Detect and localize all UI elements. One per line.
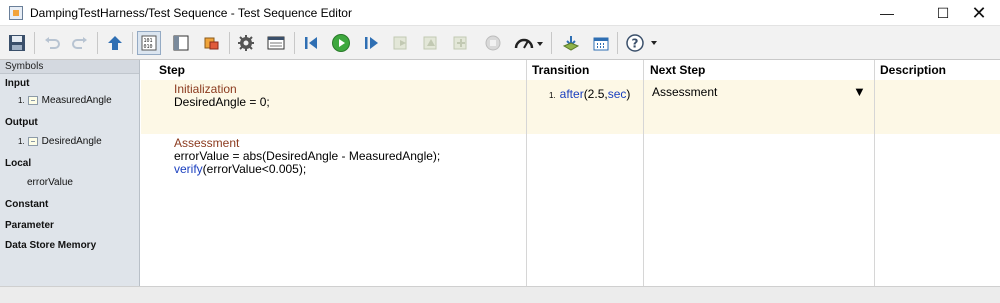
symbols-category-local[interactable]: Local [5,158,31,169]
symbols-category-data-store-memory[interactable]: Data Store Memory [5,240,96,251]
transition-condition[interactable]: 1. after (2.5, sec ) [549,87,630,101]
column-header-next-step[interactable]: Next Step [650,63,705,77]
window-title: DampingTestHarness/Test Sequence - Test … [30,6,352,20]
property-pane-icon[interactable] [169,31,193,55]
sim-pace-icon[interactable] [512,31,544,55]
step-action-code[interactable]: errorValue = abs(DesiredAngle - Measured… [174,149,440,163]
step-name-initialization[interactable]: Initialization [174,82,237,96]
sim-option-2-icon[interactable] [419,31,443,55]
symbol-item-number: 1. [18,96,25,105]
sim-option-1-icon[interactable] [389,31,413,55]
column-divider [526,60,527,286]
minimize-button[interactable]: — [864,0,910,26]
symbols-header: Symbols [0,60,139,74]
symbol-item-name: DesiredAngle [41,136,102,147]
settings-icon[interactable] [234,31,258,55]
transition-unit: sec [607,87,627,101]
status-bar [0,286,1000,303]
column-divider [874,60,875,286]
step-name-assessment[interactable]: Assessment [174,136,239,150]
column-divider [643,60,644,286]
help-icon[interactable]: ? [624,31,660,55]
symbol-item-errorvalue[interactable]: errorValue [27,177,73,188]
symbols-pane-icon[interactable]: 101 010 [137,31,161,55]
chevron-down-icon[interactable]: ▼ [853,84,866,99]
symbols-category-constant[interactable]: Constant [5,199,48,210]
logging-icon[interactable] [559,31,583,55]
column-header-description[interactable]: Description [880,63,946,77]
step-verify-code[interactable]: verify(errorValue<0.005); [174,162,306,176]
symbol-item-measuredangle[interactable]: 1. MeasuredAngle [18,95,112,106]
data-symbol-icon [27,137,38,146]
app-icon [9,6,23,20]
column-header-step[interactable]: Step [159,63,185,77]
step-forward-icon[interactable] [359,31,383,55]
symbol-item-number: 1. [18,137,25,146]
redo-icon[interactable] [68,31,92,55]
transition-function: after [559,87,584,101]
svg-text:010: 010 [144,44,153,50]
data-symbol-icon [27,96,38,105]
step-action-code[interactable]: DesiredAngle = 0; [174,95,270,109]
close-button[interactable]: ✕ [956,0,1000,26]
run-icon[interactable] [329,31,353,55]
verify-expression: (errorValue<0.005); [202,162,307,176]
symbols-pane: Symbols Input 1. MeasuredAngle Output 1.… [0,60,140,286]
verify-keyword: verify [174,162,203,176]
symbols-category-input[interactable]: Input [5,78,29,89]
up-icon[interactable] [103,31,127,55]
model-explorer-icon[interactable] [264,31,288,55]
symbols-category-parameter[interactable]: Parameter [5,220,54,231]
sim-option-3-icon[interactable] [449,31,473,55]
stop-icon[interactable] [481,31,505,55]
symbol-item-name: MeasuredAngle [41,95,112,106]
test-sequence-table: Step Transition Next Step Description In… [141,60,1000,286]
column-header-transition[interactable]: Transition [532,63,589,77]
toolbar: 101 010 ? [0,26,1000,60]
data-icon[interactable] [199,31,223,55]
symbols-category-output[interactable]: Output [5,117,38,128]
title-bar: DampingTestHarness/Test Sequence - Test … [0,0,1000,26]
save-icon[interactable] [5,31,29,55]
next-step-select[interactable]: Assessment [652,85,717,99]
calendar-icon[interactable] [589,31,613,55]
transition-number: 1. [549,91,556,100]
transition-args: (2.5, [583,87,608,101]
undo-icon[interactable] [40,31,64,55]
transition-close: ) [626,87,631,101]
svg-text:?: ? [632,37,639,51]
step-back-icon[interactable] [299,31,323,55]
symbol-item-desiredangle[interactable]: 1. DesiredAngle [18,136,102,147]
